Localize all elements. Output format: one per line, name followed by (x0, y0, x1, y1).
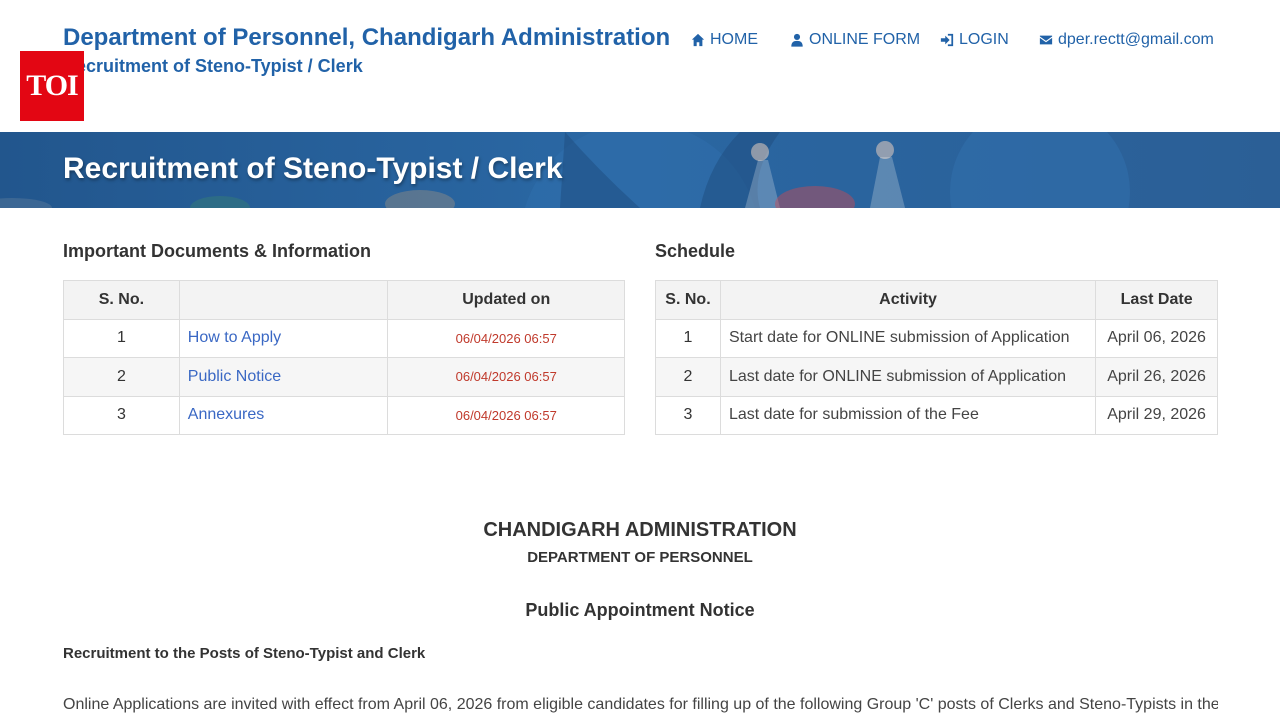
row-last-date: April 29, 2026 (1095, 395, 1218, 435)
row-activity: Last date for ONLINE submission of Appli… (719, 357, 1097, 397)
notice-title: CHANDIGARH ADMINISTRATION (483, 519, 797, 541)
user-icon (791, 33, 803, 47)
column-header-document (178, 280, 389, 320)
nav-login-link[interactable]: LOGIN (940, 30, 1009, 50)
table-header-row: S. No. Updated on (63, 280, 625, 320)
row-updated: 06/04/2026 06:57 (387, 318, 625, 358)
row-last-date: April 06, 2026 (1095, 318, 1218, 358)
table-row: 1 Start date for ONLINE submission of Ap… (655, 318, 1218, 358)
site-subtitle: Recruitment of Steno-Typist / Clerk (63, 56, 363, 76)
nav-email-link[interactable]: dper.rectt@gmail.com (1039, 30, 1214, 50)
row-updated: 06/04/2026 06:57 (387, 357, 625, 397)
column-header-activity: Activity (719, 280, 1097, 320)
envelope-icon (1039, 35, 1053, 45)
notice-subheading: Recruitment to the Posts of Steno-Typist… (63, 645, 426, 662)
column-header-sno: S. No. (63, 280, 180, 320)
row-sno: 2 (63, 357, 180, 397)
row-sno: 1 (655, 318, 721, 358)
table-header-row: S. No. Activity Last Date (655, 280, 1218, 320)
nav-home-label: HOME (710, 31, 758, 48)
column-header-sno: S. No. (655, 280, 721, 320)
table-row: 3 Last date for submission of the Fee Ap… (655, 395, 1218, 435)
nav-login-label: LOGIN (959, 31, 1009, 48)
documents-table: S. No. Updated on 1 How to Apply 06/04/2… (63, 280, 625, 435)
row-sno: 3 (655, 395, 721, 435)
notice-department: DEPARTMENT OF PERSONNEL (527, 549, 753, 566)
nav-home-link[interactable]: HOME (691, 30, 758, 50)
column-header-last-date: Last Date (1095, 280, 1218, 320)
schedule-heading: Schedule (655, 241, 736, 261)
row-sno: 2 (655, 357, 721, 397)
banner-title: Recruitment of Steno-Typist / Clerk (63, 152, 563, 185)
site-header: Department of Personnel, Chandigarh Admi… (0, 0, 1280, 132)
row-last-date: April 26, 2026 (1095, 357, 1218, 397)
table-row: 2 Public Notice 06/04/2026 06:57 (63, 357, 625, 397)
column-header-updated: Updated on (387, 280, 625, 320)
table-row: 3 Annexures 06/04/2026 06:57 (63, 395, 625, 435)
toi-logo: TOI (20, 51, 84, 121)
sign-in-icon (940, 33, 954, 47)
document-link-annexures[interactable]: Annexures (188, 406, 265, 423)
table-row: 2 Last date for ONLINE submission of App… (655, 357, 1218, 397)
home-icon (691, 33, 705, 47)
row-activity: Last date for submission of the Fee (719, 395, 1097, 435)
nav-email-label: dper.rectt@gmail.com (1058, 31, 1214, 48)
table-row: 1 How to Apply 06/04/2026 06:57 (63, 318, 625, 358)
page-banner: Recruitment of Steno-Typist / Clerk (0, 132, 1280, 208)
notice-heading: Public Appointment Notice (525, 600, 755, 620)
documents-heading: Important Documents & Information (63, 241, 372, 261)
row-activity: Start date for ONLINE submission of Appl… (719, 318, 1097, 358)
site-title[interactable]: Department of Personnel, Chandigarh Admi… (63, 24, 670, 52)
row-updated: 06/04/2026 06:57 (387, 395, 625, 435)
schedule-table: S. No. Activity Last Date 1 Start date f… (655, 280, 1218, 435)
document-link-public-notice[interactable]: Public Notice (188, 368, 281, 385)
nav-online-form-label: ONLINE FORM (809, 31, 921, 48)
nav-online-form-link[interactable]: ONLINE FORM (790, 30, 920, 50)
document-link-how-to-apply[interactable]: How to Apply (188, 329, 281, 346)
row-sno: 1 (63, 318, 180, 358)
notice-body-text: Online Applications are invited with eff… (63, 696, 1218, 713)
row-sno: 3 (63, 395, 180, 435)
